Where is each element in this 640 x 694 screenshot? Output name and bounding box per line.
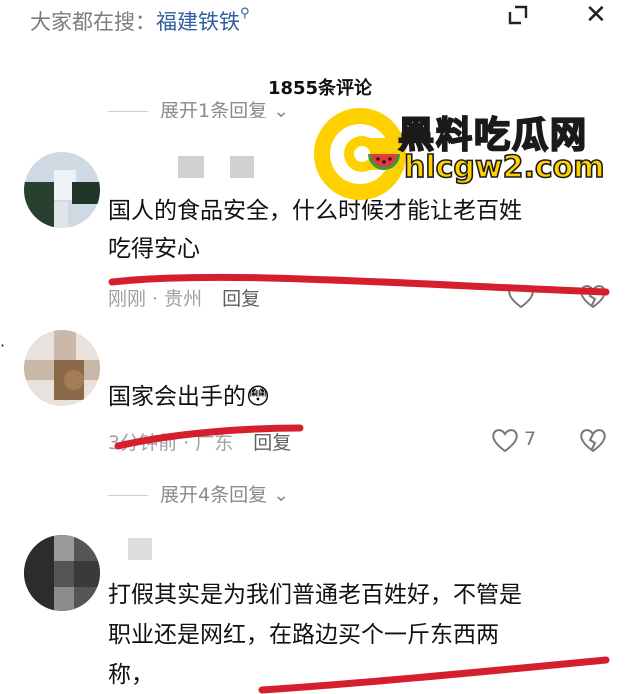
- avatar[interactable]: [24, 535, 100, 611]
- search-icon: ⚲: [240, 6, 250, 21]
- search-keyword-link[interactable]: 福建铁铁: [156, 10, 240, 34]
- divider: [108, 111, 148, 112]
- expand-replies-toggle[interactable]: 展开4条回复 ⌄: [108, 480, 289, 507]
- comment-text: 吃得安心: [108, 236, 200, 262]
- username-redacted: [230, 156, 254, 178]
- username-redacted: [128, 538, 152, 560]
- comment-text: 国家会出手的😳: [108, 384, 270, 410]
- expand-replies-toggle[interactable]: 展开1条回复 ⌄: [108, 96, 289, 118]
- avatar[interactable]: [24, 330, 100, 406]
- like-heart-icon[interactable]: [506, 282, 536, 310]
- watermark-url: hlcgw2.com: [403, 149, 605, 186]
- chevron-down-icon: ⌄: [267, 484, 290, 506]
- comments-count-title: 1855条评论: [267, 78, 373, 99]
- avatar[interactable]: [24, 152, 100, 228]
- stray-dot: ·: [0, 336, 6, 355]
- close-icon[interactable]: ✕: [585, 2, 607, 28]
- chevron-down-icon: ⌄: [267, 100, 290, 118]
- comment-text: 称，: [108, 662, 154, 688]
- time-location: 刚刚 · 贵州: [108, 288, 203, 310]
- search-prefix: 大家都在搜：: [30, 10, 156, 34]
- expand-replies-label: 展开1条回复: [160, 100, 268, 118]
- comment-text: 职业还是网红，在路边买个一斤东西两: [108, 622, 499, 648]
- minimize-icon[interactable]: [507, 4, 529, 26]
- like-count: 7: [524, 428, 537, 450]
- time-location: 3分钟前 · 广东: [108, 432, 234, 454]
- expand-replies-label: 展开4条回复: [160, 484, 268, 506]
- comment-text: 打假其实是为我们普通老百姓好，不管是: [108, 582, 522, 608]
- username-redacted: [178, 156, 204, 178]
- divider: [108, 495, 148, 496]
- dislike-broken-heart-icon[interactable]: [578, 282, 608, 310]
- reply-button[interactable]: 回复: [253, 432, 291, 454]
- like-heart-icon[interactable]: [490, 426, 520, 454]
- comment-meta: 3分钟前 · 广东 回复: [108, 428, 291, 455]
- comment-meta: 刚刚 · 贵州 回复: [108, 284, 260, 311]
- reply-button[interactable]: 回复: [222, 288, 260, 310]
- search-suggestion-bar[interactable]: 大家都在搜：福建铁铁⚲: [30, 6, 250, 36]
- watermark-logo: [314, 108, 406, 200]
- dislike-broken-heart-icon[interactable]: [578, 426, 608, 454]
